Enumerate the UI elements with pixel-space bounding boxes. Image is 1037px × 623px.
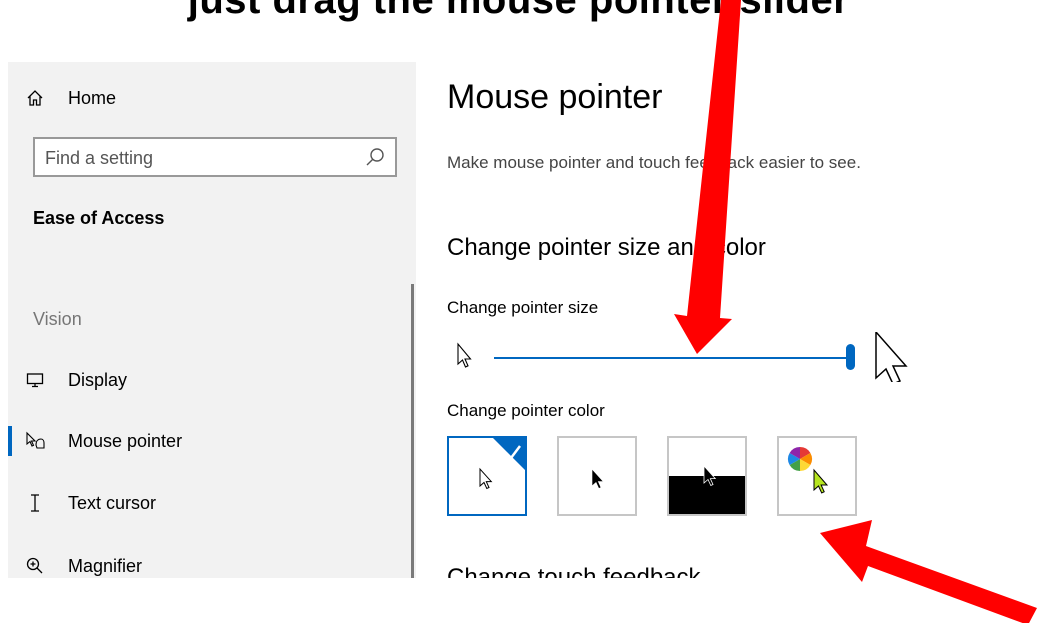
slider-track[interactable] xyxy=(494,357,850,359)
home-nav-item[interactable]: Home xyxy=(8,80,416,116)
page-description: Make mouse pointer and touch feedback ea… xyxy=(447,153,861,172)
color-option-black[interactable] xyxy=(557,436,637,516)
sidebar-item-text-cursor[interactable]: Text cursor xyxy=(8,483,408,523)
search-icon[interactable] xyxy=(365,147,385,167)
page-title: Mouse pointer xyxy=(447,78,663,116)
sidebar-item-label: Magnifier xyxy=(68,555,143,576)
monitor-icon xyxy=(22,367,48,393)
color-option-custom[interactable] xyxy=(777,436,857,516)
main-content: Mouse pointer Make mouse pointer and tou… xyxy=(416,62,1037,578)
active-indicator xyxy=(8,426,12,456)
color-wheel-icon xyxy=(787,447,813,471)
custom-pointer-icon xyxy=(813,468,829,494)
sidebar-item-display[interactable]: Display xyxy=(8,360,408,400)
small-pointer-icon xyxy=(457,342,472,368)
pointer-size-label: Change pointer size xyxy=(447,298,599,317)
pointer-size-slider[interactable] xyxy=(446,330,946,385)
settings-window: Home Ease of Access Vision Display Mouse… xyxy=(8,62,1037,578)
mouse-pointer-icon xyxy=(22,428,48,454)
large-pointer-icon xyxy=(875,330,908,385)
pointer-color-label: Change pointer color xyxy=(447,401,605,420)
inverted-background xyxy=(669,476,745,514)
section-title: Change pointer size and color xyxy=(447,234,766,261)
sidebar: Home Ease of Access Vision Display Mouse… xyxy=(8,62,416,578)
annotation-caption-text: just drag the mouse pointer slider xyxy=(187,0,850,22)
text-cursor-icon xyxy=(22,490,48,516)
color-option-inverted[interactable] xyxy=(667,436,747,516)
color-option-white[interactable] xyxy=(447,436,527,516)
magnifier-icon xyxy=(22,553,48,578)
slider-thumb[interactable] xyxy=(846,344,855,370)
sidebar-item-mouse-pointer[interactable]: Mouse pointer xyxy=(8,421,408,461)
search-input[interactable] xyxy=(43,139,357,177)
next-section-title: Change touch feedback xyxy=(447,564,701,578)
sidebar-item-label: Display xyxy=(68,369,128,390)
sidebar-item-label: Mouse pointer xyxy=(68,430,183,451)
search-box[interactable] xyxy=(33,137,397,177)
sidebar-item-label: Text cursor xyxy=(68,492,157,513)
home-icon xyxy=(22,85,48,111)
black-pointer-icon xyxy=(591,468,604,489)
home-label: Home xyxy=(68,87,117,108)
white-pointer-icon xyxy=(479,467,493,490)
sidebar-section-title: Ease of Access xyxy=(33,208,165,228)
selected-corner xyxy=(493,438,525,470)
vision-group-label: Vision xyxy=(33,309,82,329)
sidebar-scrollbar[interactable] xyxy=(411,284,414,578)
annotation-caption: just drag the mouse pointer slider xyxy=(0,0,1037,30)
sidebar-item-magnifier[interactable]: Magnifier xyxy=(8,546,408,578)
